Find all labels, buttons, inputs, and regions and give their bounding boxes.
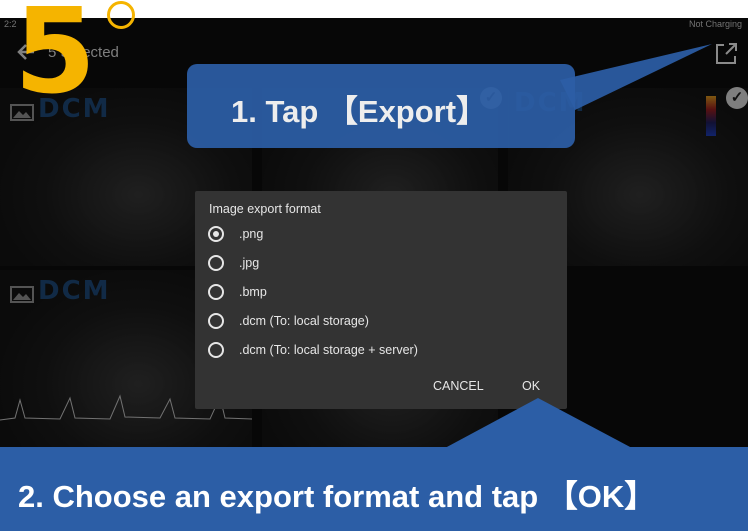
step2-callout: 2. Choose an export format and tap 【OK】: [0, 447, 748, 531]
step2-text: 2. Choose an export format and tap 【OK】: [18, 479, 656, 514]
step1-text: 1. Tap 【Export】: [231, 94, 488, 129]
step1-callout: 1. Tap 【Export】: [187, 64, 575, 148]
step-degree-circle: [107, 1, 135, 29]
step-number: 5: [14, 0, 97, 120]
